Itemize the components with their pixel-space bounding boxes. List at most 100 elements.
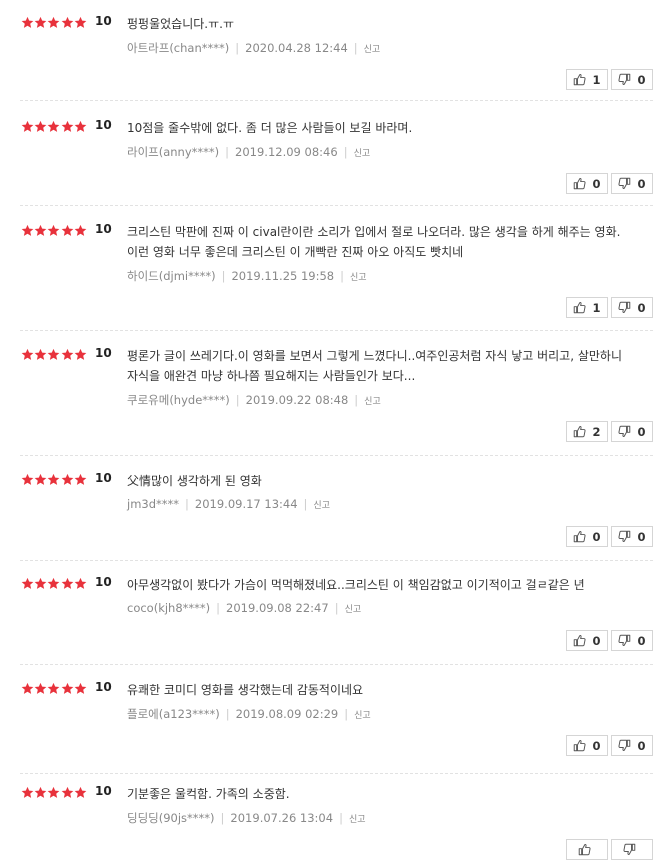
review-author[interactable]: 라이프(anny****) (127, 145, 219, 159)
star-icon (47, 120, 60, 133)
like-button[interactable]: 0 (566, 735, 608, 756)
review-date: 2020.04.28 12:44 (245, 41, 348, 55)
star-icon (61, 682, 74, 695)
vote-buttons: 1 0 (566, 69, 653, 90)
review-meta: coco(kjh8****) | 2019.09.08 22:47 | 신고 (127, 601, 361, 615)
meta-separator: | (343, 145, 348, 159)
thumbs-up-icon (573, 73, 592, 86)
report-link[interactable]: 신고 (349, 815, 366, 825)
star-icon (21, 682, 34, 695)
review-author[interactable]: 아트라프(chan****) (127, 41, 229, 55)
star-icon (61, 16, 74, 29)
report-link[interactable]: 신고 (364, 45, 381, 55)
star-icon (74, 577, 87, 590)
like-button[interactable]: 0 (566, 630, 608, 651)
report-link[interactable]: 신고 (313, 501, 330, 511)
dislike-button[interactable]: 0 (611, 173, 653, 194)
star-icon (34, 120, 47, 133)
thumbs-down-icon (618, 739, 637, 752)
review-author[interactable]: 쿠로유메(hyde****) (127, 393, 230, 407)
vote-buttons: 0 0 (566, 630, 653, 651)
review-text: 기분좋은 울컥함. 가족의 소중함. (127, 787, 290, 801)
dislike-button[interactable] (611, 839, 653, 860)
vote-buttons: 0 0 (566, 173, 653, 194)
thumbs-up-icon (573, 739, 592, 752)
review-author[interactable]: coco(kjh8****) (127, 601, 210, 615)
star-icon (74, 120, 87, 133)
star-icon (61, 577, 74, 590)
star-rating (21, 786, 87, 800)
star-icon (21, 348, 34, 361)
review-author[interactable]: 플로에(a123****) (127, 707, 220, 721)
meta-separator: | (353, 41, 358, 55)
review-text: 유쾌한 코미디 영화를 생각했는데 감동적이네요 (127, 683, 364, 697)
star-icon (21, 786, 34, 799)
review-divider (20, 100, 653, 101)
like-button[interactable]: 1 (566, 297, 608, 318)
star-rating (21, 224, 87, 238)
star-icon (74, 16, 87, 29)
star-icon (61, 473, 74, 486)
star-icon (74, 786, 87, 799)
review-text: 펑펑울었습니다.ㅠ.ㅠ (127, 17, 234, 31)
review-score: 10 (95, 346, 112, 360)
meta-separator: | (220, 811, 225, 825)
review-author[interactable]: jm3d**** (127, 497, 179, 511)
review-divider (20, 773, 653, 774)
star-icon (34, 786, 47, 799)
star-rating (21, 16, 87, 30)
review-author[interactable]: 하이드(djmi****) (127, 269, 216, 283)
dislike-count: 0 (637, 176, 646, 191)
vote-buttons: 2 0 (566, 421, 653, 442)
dislike-button[interactable]: 0 (611, 69, 653, 90)
review-author[interactable]: 딩딩딩(90js****) (127, 811, 215, 825)
review-divider (20, 560, 653, 561)
review-divider (20, 455, 653, 456)
star-icon (21, 577, 34, 590)
star-icon (47, 682, 60, 695)
review-score: 10 (95, 575, 112, 589)
like-count: 0 (592, 738, 601, 753)
like-button[interactable]: 2 (566, 421, 608, 442)
dislike-button[interactable]: 0 (611, 735, 653, 756)
thumbs-up-icon (573, 177, 592, 190)
thumbs-down-icon (618, 177, 637, 190)
like-button[interactable]: 1 (566, 69, 608, 90)
review-date: 2019.07.26 13:04 (230, 811, 334, 825)
report-link[interactable]: 신고 (364, 397, 381, 407)
dislike-button[interactable]: 0 (611, 630, 653, 651)
review-meta: 딩딩딩(90js****) | 2019.07.26 13:04 | 신고 (127, 810, 366, 826)
meta-separator: | (221, 269, 226, 283)
star-icon (47, 348, 60, 361)
review-divider (20, 330, 653, 331)
like-count: 1 (592, 300, 601, 315)
star-icon (47, 786, 60, 799)
like-button[interactable]: 0 (566, 173, 608, 194)
report-link[interactable]: 신고 (345, 605, 362, 615)
like-count: 0 (592, 176, 601, 191)
star-icon (34, 473, 47, 486)
star-icon (34, 577, 47, 590)
dislike-button[interactable]: 0 (611, 297, 653, 318)
star-icon (21, 224, 34, 237)
dislike-button[interactable]: 0 (611, 526, 653, 547)
like-button[interactable]: 0 (566, 526, 608, 547)
star-icon (74, 473, 87, 486)
star-icon (47, 224, 60, 237)
review-date: 2019.09.17 13:44 (194, 497, 298, 511)
review-text: 평론가 글이 쓰레기다.이 영화를 보면서 그렇게 느꼈다니..여주인공처럼 자… (127, 349, 626, 383)
report-link[interactable]: 신고 (354, 149, 371, 159)
review-meta: 하이드(djmi****) | 2019.11.25 19:58 | 신고 (127, 268, 367, 284)
like-button[interactable] (566, 839, 608, 860)
star-icon (74, 224, 87, 237)
review-text: 아무생각없이 봤다가 가슴이 먹먹해졌네요..크리스틴 이 책임감없고 이기적이… (127, 578, 585, 592)
review-score: 10 (95, 14, 112, 28)
meta-separator: | (354, 393, 359, 407)
star-rating (21, 682, 87, 696)
report-link[interactable]: 신고 (354, 711, 371, 721)
review-meta: 쿠로유메(hyde****) | 2019.09.22 08:48 | 신고 (127, 392, 381, 408)
dislike-button[interactable]: 0 (611, 421, 653, 442)
star-rating (21, 577, 87, 591)
thumbs-down-icon (618, 530, 637, 543)
report-link[interactable]: 신고 (350, 273, 367, 283)
